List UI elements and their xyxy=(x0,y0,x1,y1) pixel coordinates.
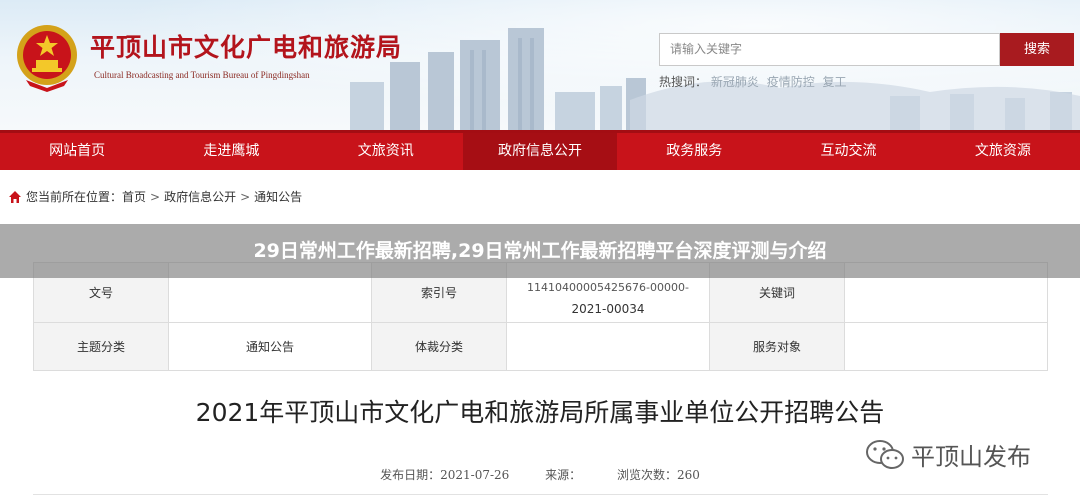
nav-item-resources[interactable]: 文旅资源 xyxy=(926,133,1080,170)
overlay-title-strip: 29日常州工作最新招聘,29日常州工作最新招聘平台深度评测与介绍 xyxy=(0,224,1080,278)
home-icon xyxy=(9,190,21,203)
meta-label-audience: 服务对象 xyxy=(709,322,845,371)
breadcrumb-separator: > xyxy=(240,189,251,204)
overlay-title: 29日常州工作最新招聘,29日常州工作最新招聘平台深度评测与介绍 xyxy=(253,240,827,262)
meta-label-topic: 主题分类 xyxy=(33,322,169,371)
nav-item-interaction[interactable]: 互动交流 xyxy=(771,133,925,170)
breadcrumb-link-notices[interactable]: 通知公告 xyxy=(254,188,302,205)
nav-item-services[interactable]: 政务服务 xyxy=(617,133,771,170)
national-emblem-icon xyxy=(17,25,77,92)
meta-value-genre xyxy=(506,322,710,371)
article-title: 2021年平顶山市文化广电和旅游局所属事业单位公开招聘公告 xyxy=(195,398,885,427)
hot-word-link[interactable]: 复工 xyxy=(823,75,847,89)
hot-word-link[interactable]: 新冠肺炎 xyxy=(711,75,759,89)
hot-search-label: 热搜词： xyxy=(659,75,708,89)
meta-value-audience xyxy=(844,322,1048,371)
breadcrumb-separator: > xyxy=(150,189,161,204)
main-navbar: 网站首页 走进鹰城 文旅资讯 政府信息公开 政务服务 互动交流 文旅资源 xyxy=(0,130,1080,170)
document-meta-table: 文号 索引号 11410400005425676-00000- 2021-000… xyxy=(33,262,1048,371)
nav-item-home[interactable]: 网站首页 xyxy=(0,133,154,170)
nav-item-about-city[interactable]: 走进鹰城 xyxy=(154,133,308,170)
publish-date: 发布日期：2021-07-26 xyxy=(380,468,510,482)
divider xyxy=(33,494,1048,495)
view-count: 浏览次数：260 xyxy=(616,468,700,482)
publish-info: 发布日期：2021-07-26 来源： 浏览次数：260 xyxy=(0,466,1080,483)
meta-label-genre: 体裁分类 xyxy=(371,322,507,371)
meta-index-code: 11410400005425676-00000- xyxy=(527,281,689,294)
site-subtitle: Cultural Broadcasting and Tourism Bureau… xyxy=(94,70,310,80)
nav-item-news[interactable]: 文旅资讯 xyxy=(309,133,463,170)
search-button[interactable]: 搜索 xyxy=(1000,33,1074,66)
breadcrumb: 您当前所在位置： 首页 > 政府信息公开 > 通知公告 xyxy=(8,188,302,205)
meta-value-topic: 通知公告 xyxy=(168,322,372,371)
nav-item-gov-info[interactable]: 政府信息公开 xyxy=(462,133,618,170)
hot-search-words: 热搜词： 新冠肺炎 疫情防控 复工 xyxy=(659,73,851,90)
breadcrumb-prefix: 您当前所在位置： xyxy=(26,190,123,204)
search-input[interactable]: 请输入关键字 xyxy=(659,33,1000,66)
site-title: 平顶山市文化广电和旅游局 xyxy=(90,33,403,62)
breadcrumb-link-home[interactable]: 首页 xyxy=(122,188,146,205)
breadcrumb-link-gov-info[interactable]: 政府信息公开 xyxy=(164,188,236,205)
meta-index-number: 2021-00034 xyxy=(571,302,645,316)
hot-word-link[interactable]: 疫情防控 xyxy=(767,75,815,89)
publish-source: 来源： xyxy=(545,468,582,482)
header-banner: 平顶山市文化广电和旅游局 Cultural Broadcasting and T… xyxy=(0,0,1080,130)
